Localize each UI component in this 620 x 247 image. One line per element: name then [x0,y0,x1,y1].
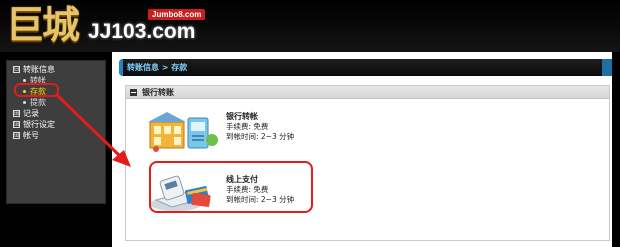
panel-title: 银行转账 [142,88,174,97]
bullet-icon [23,101,26,104]
breadcrumb-accent [119,59,123,76]
sidebar-group-label: 帐号 [23,131,39,140]
expand-icon[interactable]: ⊞ [13,132,20,139]
sidebar-group-bank-settings[interactable]: ⊞ 银行设定 [13,119,55,130]
sidebar: ⊟ 转账信息 转帐 存款 提款 ⊞ 记录 ⊞ 银行设定 ⊞ 帐号 [0,52,112,247]
header-bar: 巨城 Jumbo8.com JJ103.com [0,0,620,52]
main-content: 转账信息 > 存款 银行转账 银行转帐 手续费: 免费 到帐时间: 2~3 分钟… [112,52,620,247]
bank-transfer-option[interactable]: 银行转帐 手续费: 免费 到帐时间: 2~3 分钟 [148,108,294,153]
logo-en: JJ103.com [88,20,196,43]
collapse-icon[interactable] [130,89,137,96]
logo-domain: Jumbo8.com [148,9,206,20]
sidebar-group-records[interactable]: ⊞ 记录 [13,108,39,119]
deposit-highlight-circle [14,83,59,97]
bank-building-icon [148,112,218,152]
online-payment-highlight-box [149,161,313,213]
breadcrumb: 转账信息 > 存款 [119,59,616,76]
sidebar-group-label: 转账信息 [23,65,55,74]
breadcrumb-text: 转账信息 > 存款 [127,63,188,72]
bank-transfer-panel: 银行转账 银行转帐 手续费: 免费 到帐时间: 2~3 分钟 线上支付 手续费:… [125,85,610,241]
option-title: 银行转帐 [226,112,258,121]
option-fee: 手续费: 免费 [226,122,269,131]
sidebar-item-withdraw[interactable]: 提款 [23,97,46,108]
sidebar-item-label: 提款 [30,98,46,107]
panel-header: 银行转账 [126,86,609,99]
right-edge-bar [612,52,620,247]
expand-icon[interactable]: ⊞ [13,110,20,117]
logo-cn: 巨城 [6,2,80,47]
sidebar-panel: ⊟ 转账信息 转帐 存款 提款 ⊞ 记录 ⊞ 银行设定 ⊞ 帐号 [6,60,106,204]
sidebar-group-account[interactable]: ⊞ 帐号 [13,130,39,141]
sidebar-group-label: 记录 [23,109,39,118]
sidebar-group-transfer-info[interactable]: ⊟ 转账信息 [13,64,55,75]
expand-icon[interactable]: ⊞ [13,121,20,128]
option-time: 到帐时间: 2~3 分钟 [226,132,295,141]
bullet-icon [23,79,26,82]
collapse-icon[interactable]: ⊟ [13,66,20,73]
sidebar-group-label: 银行设定 [23,120,55,129]
